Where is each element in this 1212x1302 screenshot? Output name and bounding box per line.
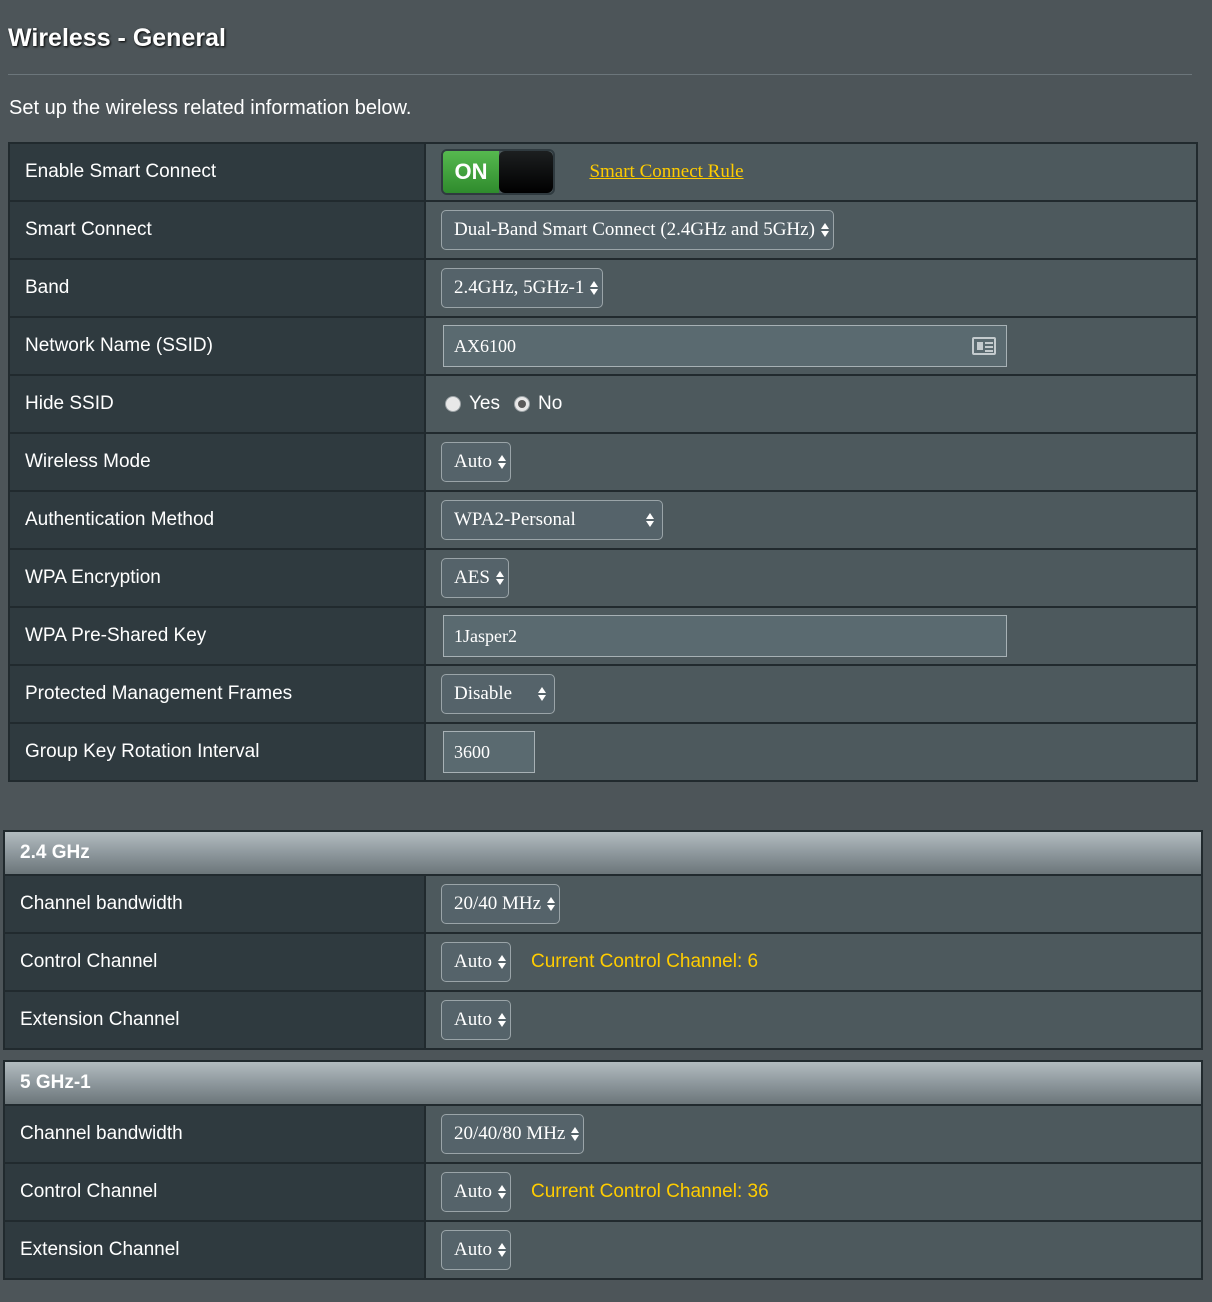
updown-arrows-icon xyxy=(820,223,829,237)
updown-arrows-icon xyxy=(498,955,506,969)
wpa-encryption-label: WPA Encryption xyxy=(8,548,426,608)
current-control-channel-note: Current Control Channel: 6 xyxy=(531,951,759,972)
channel-bandwidth-value: 20/40 MHz xyxy=(454,893,542,914)
band-5ghz-header-row: 5 GHz-1 xyxy=(3,1060,1203,1106)
control-channel-select[interactable]: Auto xyxy=(441,942,511,982)
band-select[interactable]: 2.4GHz, 5GHz-1 xyxy=(441,268,604,308)
band-5ghz-table: 5 GHz-1 Channel bandwidth 20/40/80 MHz C… xyxy=(3,1060,1203,1280)
wpa-psk-value: 1Jasper2 xyxy=(454,625,517,646)
auth-method-value: WPA2-Personal xyxy=(454,509,576,530)
channel-bandwidth-label: Channel bandwidth xyxy=(3,874,426,934)
smart-connect-rule-link[interactable]: Smart Connect Rule xyxy=(589,161,743,182)
row-smart-connect: Smart Connect Dual-Band Smart Connect (2… xyxy=(8,200,1198,260)
row-24-extension-channel: Extension Channel Auto xyxy=(3,990,1203,1050)
extension-channel-label: Extension Channel xyxy=(3,1220,426,1280)
group-key-interval-input[interactable]: 3600 xyxy=(443,731,535,773)
row-ssid: Network Name (SSID) AX6100 xyxy=(8,316,1198,376)
general-settings-table: Enable Smart Connect ON Smart Connect Ru… xyxy=(8,142,1198,782)
ssid-label: Network Name (SSID) xyxy=(8,316,426,376)
toggle-on-label: ON xyxy=(443,151,499,193)
wireless-mode-value: Auto xyxy=(454,451,492,472)
pmf-label: Protected Management Frames xyxy=(8,664,426,724)
title-divider xyxy=(8,74,1192,75)
wpa-encryption-select[interactable]: AES xyxy=(441,558,509,598)
row-auth-method: Authentication Method WPA2-Personal xyxy=(8,490,1198,550)
row-wpa-psk: WPA Pre-Shared Key 1Jasper2 xyxy=(8,606,1198,666)
updown-arrows-icon xyxy=(498,1013,506,1027)
wpa-psk-input[interactable]: 1Jasper2 xyxy=(443,615,1007,657)
group-key-interval-label: Group Key Rotation Interval xyxy=(8,722,426,782)
row-wpa-encryption: WPA Encryption AES xyxy=(8,548,1198,608)
control-channel-value: Auto xyxy=(454,951,492,972)
hide-ssid-label: Hide SSID xyxy=(8,374,426,434)
updown-arrows-icon xyxy=(498,1243,506,1257)
row-hide-ssid: Hide SSID Yes No xyxy=(8,374,1198,434)
control-channel-label: Control Channel xyxy=(3,1162,426,1222)
hide-ssid-no-label[interactable]: No xyxy=(538,393,562,415)
row-enable-smart-connect: Enable Smart Connect ON Smart Connect Ru… xyxy=(8,142,1198,202)
hide-ssid-yes-radio[interactable] xyxy=(445,396,461,412)
extension-channel-value: Auto xyxy=(454,1009,492,1030)
band-5ghz-header: 5 GHz-1 xyxy=(3,1060,1203,1106)
control-channel-select[interactable]: Auto xyxy=(441,1172,511,1212)
band-24ghz-header: 2.4 GHz xyxy=(3,830,1203,876)
channel-bandwidth-select[interactable]: 20/40 MHz xyxy=(441,884,561,924)
channel-bandwidth-value: 20/40/80 MHz xyxy=(454,1123,566,1144)
band-value: 2.4GHz, 5GHz-1 xyxy=(454,277,585,298)
smart-connect-toggle[interactable]: ON xyxy=(441,149,555,195)
channel-bandwidth-label: Channel bandwidth xyxy=(3,1104,426,1164)
extension-channel-label: Extension Channel xyxy=(3,990,426,1050)
control-channel-label: Control Channel xyxy=(3,932,426,992)
smart-connect-value: Dual-Band Smart Connect (2.4GHz and 5GHz… xyxy=(454,219,815,240)
current-control-channel-note: Current Control Channel: 36 xyxy=(531,1181,769,1202)
updown-arrows-icon xyxy=(498,1185,506,1199)
wireless-mode-select[interactable]: Auto xyxy=(441,442,511,482)
row-group-key-interval: Group Key Rotation Interval 3600 xyxy=(8,722,1198,782)
control-channel-value: Auto xyxy=(454,1181,492,1202)
row-24-channel-bandwidth: Channel bandwidth 20/40 MHz xyxy=(3,874,1203,934)
row-band: Band 2.4GHz, 5GHz-1 xyxy=(8,258,1198,318)
row-5-control-channel: Control Channel Auto Current Control Cha… xyxy=(3,1162,1203,1222)
hide-ssid-yes-label[interactable]: Yes xyxy=(469,393,500,415)
extension-channel-value: Auto xyxy=(454,1239,492,1260)
updown-arrows-icon xyxy=(547,897,556,911)
band-24ghz-table: 2.4 GHz Channel bandwidth 20/40 MHz Cont… xyxy=(3,830,1203,1050)
updown-arrows-icon xyxy=(590,281,599,295)
toggle-knob xyxy=(499,151,553,193)
smart-connect-label: Smart Connect xyxy=(8,200,426,260)
row-5-extension-channel: Extension Channel Auto xyxy=(3,1220,1203,1280)
channel-bandwidth-select[interactable]: 20/40/80 MHz xyxy=(441,1114,585,1154)
updown-arrows-icon xyxy=(538,687,546,701)
extension-channel-select[interactable]: Auto xyxy=(441,1230,511,1270)
auth-method-select[interactable]: WPA2-Personal xyxy=(441,500,663,540)
hide-ssid-no-radio[interactable] xyxy=(514,396,530,412)
updown-arrows-icon xyxy=(646,513,654,527)
wireless-mode-label: Wireless Mode xyxy=(8,432,426,492)
band-label: Band xyxy=(8,258,426,318)
wpa-psk-label: WPA Pre-Shared Key xyxy=(8,606,426,666)
extension-channel-select[interactable]: Auto xyxy=(441,1000,511,1040)
auth-method-label: Authentication Method xyxy=(8,490,426,550)
contact-card-icon[interactable] xyxy=(972,337,996,355)
updown-arrows-icon xyxy=(495,571,504,585)
row-24-control-channel: Control Channel Auto Current Control Cha… xyxy=(3,932,1203,992)
smart-connect-select[interactable]: Dual-Band Smart Connect (2.4GHz and 5GHz… xyxy=(441,210,834,250)
page-title: Wireless - General xyxy=(8,24,226,52)
enable-smart-connect-label: Enable Smart Connect xyxy=(8,142,426,202)
hide-ssid-radio-group: Yes No xyxy=(445,393,1196,415)
row-pmf: Protected Management Frames Disable xyxy=(8,664,1198,724)
page-description: Set up the wireless related information … xyxy=(9,97,412,119)
pmf-value: Disable xyxy=(454,683,513,704)
updown-arrows-icon xyxy=(571,1127,580,1141)
band-24ghz-header-row: 2.4 GHz xyxy=(3,830,1203,876)
ssid-input[interactable]: AX6100 xyxy=(443,325,1007,367)
updown-arrows-icon xyxy=(498,455,506,469)
ssid-value: AX6100 xyxy=(454,335,516,356)
group-key-interval-value: 3600 xyxy=(454,741,490,762)
row-wireless-mode: Wireless Mode Auto xyxy=(8,432,1198,492)
pmf-select[interactable]: Disable xyxy=(441,674,555,714)
wpa-encryption-value: AES xyxy=(454,567,490,588)
row-5-channel-bandwidth: Channel bandwidth 20/40/80 MHz xyxy=(3,1104,1203,1164)
